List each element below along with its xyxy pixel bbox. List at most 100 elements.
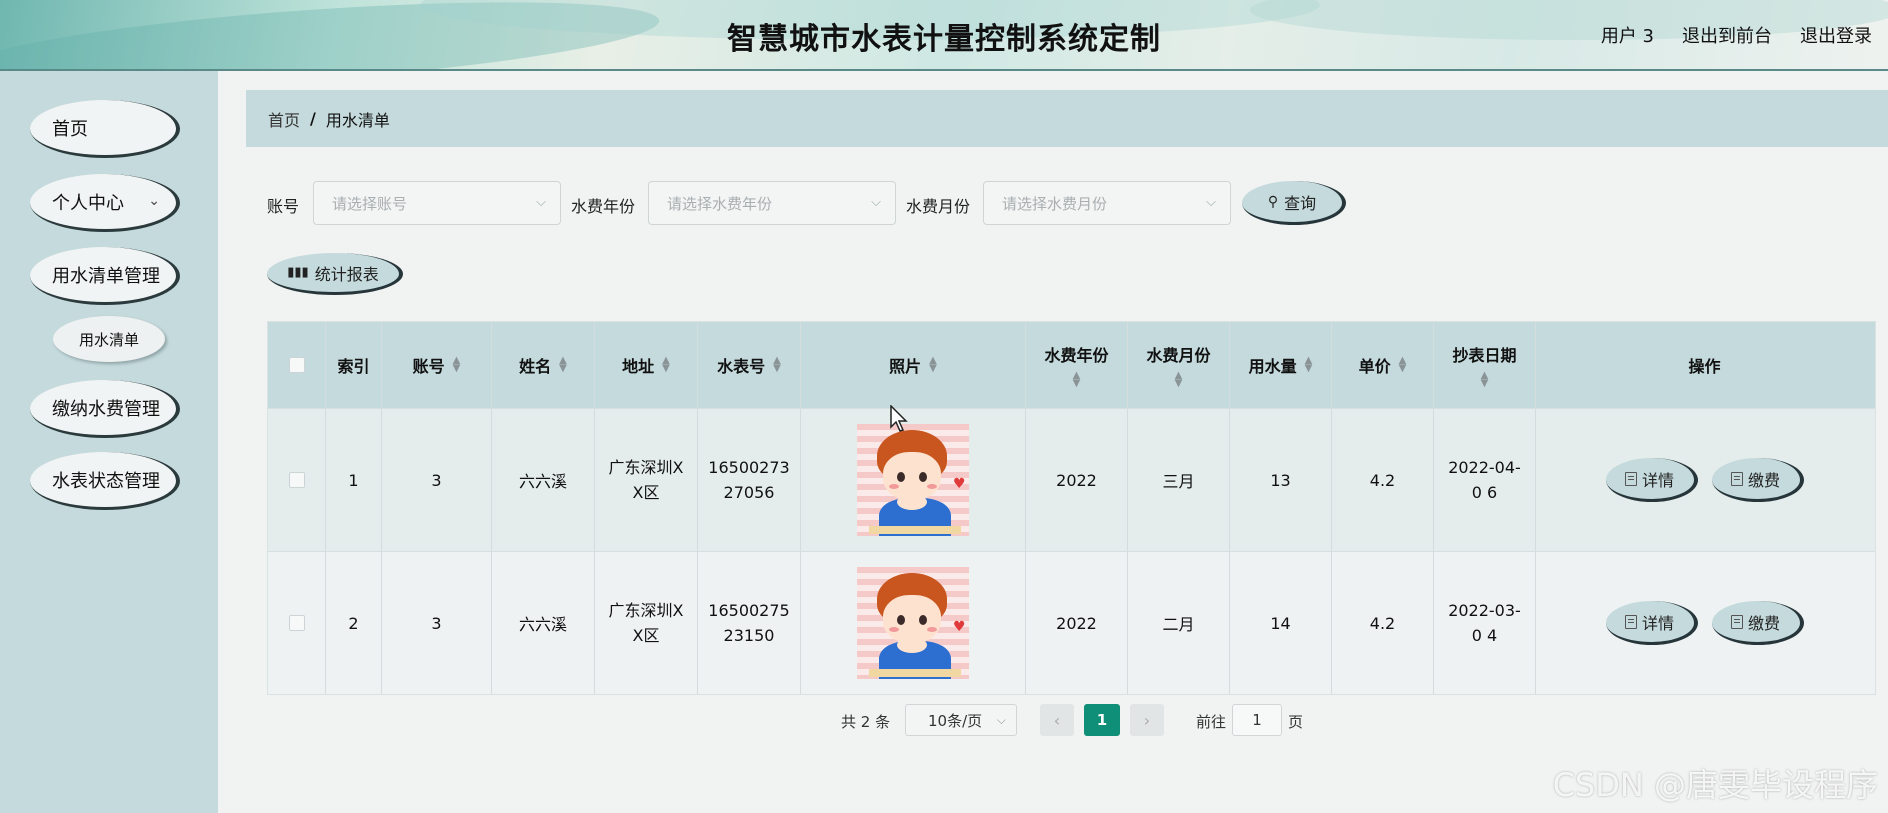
select-all-checkbox[interactable] <box>288 357 305 373</box>
row-checkbox[interactable] <box>288 615 305 631</box>
header-reading-date[interactable]: 抄表日期 ▲ ▼ <box>1434 322 1536 408</box>
user-photo[interactable]: ♥ <box>857 567 969 679</box>
app-header: 智慧城市水表计量控制系统定制 用户 3 退出到前台 退出登录 <box>0 0 1888 69</box>
cell-price: 4.2 <box>1332 552 1434 694</box>
goto-page-input[interactable]: 1 <box>1232 704 1282 736</box>
cell-address: 广东深圳X X区 <box>595 409 698 551</box>
user-menu[interactable]: 用户 3 <box>1601 22 1654 48</box>
header-year[interactable]: 水费年份 ▲ ▼ <box>1026 322 1128 408</box>
chevron-down-icon: ⌵ <box>536 195 546 210</box>
cell-actions: 详情 缴费 <box>1536 552 1873 694</box>
sort-icon[interactable]: ▲ ▼ <box>453 356 461 374</box>
sort-icon[interactable]: ▲ ▼ <box>662 356 670 374</box>
chevron-down-icon: ⌄ <box>148 193 160 209</box>
cell-meter-no: 16500273 27056 <box>698 409 801 551</box>
sidebar-item-label: 水表状态管理 <box>52 470 160 492</box>
header-month[interactable]: 水费月份 ▲ ▼ <box>1128 322 1230 408</box>
pay-button-label: 缴费 <box>1747 470 1780 490</box>
cell-account: 3 <box>382 409 492 551</box>
header-account[interactable]: 账号 ▲ ▼ <box>382 322 492 408</box>
row-checkbox-cell <box>268 552 326 694</box>
header-links: 用户 3 退出到前台 退出登录 <box>1601 22 1872 48</box>
pay-button[interactable]: 缴费 <box>1711 458 1804 502</box>
cell-usage: 13 <box>1230 409 1332 551</box>
sidebar-item-payment-management[interactable]: 缴纳水费管理 <box>30 380 180 438</box>
header-price[interactable]: 单价 ▲ ▼ <box>1332 322 1434 408</box>
cell-year: 2022 <box>1026 552 1128 694</box>
page-number-label: 1 <box>1096 711 1108 729</box>
document-icon <box>1624 614 1637 629</box>
row-checkbox[interactable] <box>288 472 305 488</box>
prev-page-button[interactable]: ‹ <box>1040 704 1074 736</box>
header-photo[interactable]: 照片 ▲ ▼ <box>801 322 1026 408</box>
statistics-report-button[interactable]: ▮▮▮ 统计报表 <box>267 253 403 295</box>
report-button-label: 统计报表 <box>314 264 379 284</box>
sort-icon[interactable]: ▲ ▼ <box>773 356 781 374</box>
page-number-button[interactable]: 1 <box>1084 704 1120 736</box>
header-label: 操作 <box>1688 357 1721 376</box>
cell-address: 广东深圳X X区 <box>595 552 698 694</box>
detail-button-label: 详情 <box>1641 613 1674 633</box>
sort-icon[interactable]: ▲ ▼ <box>1073 371 1081 389</box>
header-divider <box>0 69 1888 71</box>
chevron-down-icon: ⌵ <box>1206 195 1216 210</box>
table-header: 索引 账号 ▲ ▼ 姓名 ▲ ▼ 地址 ▲ ▼ 水表号 ▲ ▼ 照片 ▲ ▼ 水费年份 ▲ ▼ 水费月… <box>268 322 1875 408</box>
sidebar-item-label: 首页 <box>52 118 88 140</box>
sidebar-item-profile[interactable]: 个人中心 ⌄ <box>30 174 180 232</box>
detail-button[interactable]: 详情 <box>1605 601 1698 645</box>
sidebar-subitem-water-list[interactable]: 用水清单 <box>53 316 165 362</box>
pay-button[interactable]: 缴费 <box>1711 601 1804 645</box>
cell-month: 二月 <box>1128 552 1230 694</box>
query-button-label: 查询 <box>1284 193 1317 213</box>
user-photo[interactable]: ♥ <box>857 424 969 536</box>
page-size-select[interactable]: 10条/页 ⌵ <box>905 704 1017 736</box>
sort-icon[interactable]: ▲ ▼ <box>1175 371 1183 389</box>
sort-icon[interactable]: ▲ ▼ <box>1399 356 1407 374</box>
month-filter-label: 水费月份 <box>906 197 971 216</box>
sort-icon[interactable]: ▲ ▼ <box>929 356 937 374</box>
sidebar-item-home[interactable]: 首页 <box>30 100 180 158</box>
pay-button-label: 缴费 <box>1747 613 1780 633</box>
cell-account: 3 <box>382 552 492 694</box>
table-row: 2 3 六六溪 广东深圳X X区 16500275 23150 ♥ 2022 二… <box>268 551 1875 694</box>
account-select[interactable]: 请选择账号 ⌵ <box>313 181 561 225</box>
detail-button-label: 详情 <box>1641 470 1674 490</box>
total-count: 共 2 条 <box>841 713 891 731</box>
cell-name: 六六溪 <box>492 409 595 551</box>
sidebar-item-meter-status-management[interactable]: 水表状态管理 <box>30 452 180 510</box>
year-select[interactable]: 请选择水费年份 ⌵ <box>648 181 896 225</box>
cell-usage: 14 <box>1230 552 1332 694</box>
month-select[interactable]: 请选择水费月份 ⌵ <box>983 181 1231 225</box>
table-row: 1 3 六六溪 广东深圳X X区 16500273 27056 ♥ 2022 三… <box>268 408 1875 551</box>
next-page-button[interactable]: › <box>1130 704 1164 736</box>
chevron-down-icon: ⌵ <box>871 195 881 210</box>
exit-to-front-link[interactable]: 退出到前台 <box>1682 22 1772 48</box>
logout-link[interactable]: 退出登录 <box>1800 22 1872 48</box>
breadcrumb-home[interactable]: 首页 <box>268 107 300 131</box>
header-name[interactable]: 姓名 ▲ ▼ <box>492 322 595 408</box>
sidebar-item-water-list-management[interactable]: 用水清单管理 <box>30 247 180 305</box>
document-icon <box>1730 471 1743 486</box>
sort-icon[interactable]: ▲ ▼ <box>1305 356 1313 374</box>
page-suffix: 页 <box>1288 713 1304 731</box>
header-address[interactable]: 地址 ▲ ▼ <box>595 322 698 408</box>
header-label: 水表号 <box>717 357 766 376</box>
header-meter-no[interactable]: 水表号 ▲ ▼ <box>698 322 801 408</box>
header-label: 水费月份 <box>1146 346 1211 365</box>
sort-icon[interactable]: ▲ ▼ <box>1481 371 1489 389</box>
sidebar-item-label: 缴纳水费管理 <box>52 398 160 420</box>
year-select-placeholder: 请选择水费年份 <box>667 194 773 213</box>
account-filter-label: 账号 <box>267 197 300 216</box>
document-icon <box>1624 471 1637 486</box>
query-button[interactable]: ⚲ 查询 <box>1242 181 1346 225</box>
header-usage[interactable]: 用水量 ▲ ▼ <box>1230 322 1332 408</box>
chevron-down-icon: ⌵ <box>996 713 1006 727</box>
account-select-placeholder: 请选择账号 <box>332 194 408 213</box>
detail-button[interactable]: 详情 <box>1605 458 1698 502</box>
document-icon <box>1730 614 1743 629</box>
breadcrumb: 首页 / 用水清单 <box>246 90 1888 147</box>
watermark: CSDN @唐雯毕设程序 <box>1552 766 1878 804</box>
sort-icon[interactable]: ▲ ▼ <box>559 356 567 374</box>
cell-meter-no: 16500275 23150 <box>698 552 801 694</box>
header-label: 照片 <box>889 357 922 376</box>
